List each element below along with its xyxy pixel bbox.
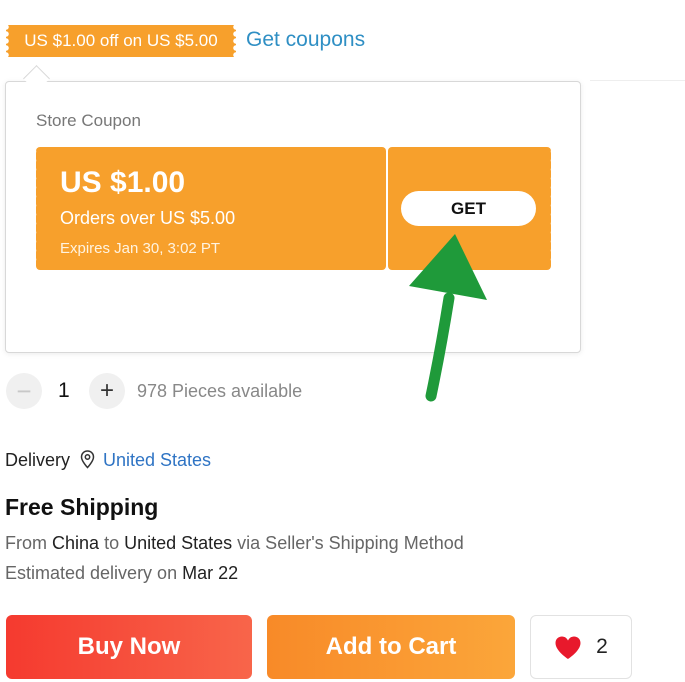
quantity-value[interactable]: 1	[58, 379, 70, 403]
coupon-tag-text: US $1.00 off on US $5.00	[24, 31, 218, 50]
quantity-decrease-button[interactable]: −	[6, 373, 42, 409]
coupon-expiry: Expires Jan 30, 3:02 PT	[60, 240, 221, 257]
eta-date: Mar 22	[182, 563, 239, 583]
get-coupon-button[interactable]: GET	[401, 191, 536, 226]
divider	[590, 80, 685, 81]
estimated-delivery: Estimated delivery on Mar 22	[5, 563, 238, 584]
coupon-edge-right	[548, 147, 554, 270]
delivery-country-link[interactable]: United States	[103, 450, 211, 471]
coupon-edge-left	[33, 147, 39, 270]
eta-prefix: Estimated delivery on	[5, 563, 178, 583]
coupon-condition: Orders over US $5.00	[60, 208, 236, 228]
buy-now-button[interactable]: Buy Now	[6, 615, 252, 679]
shipping-method: via Seller's Shipping Method	[237, 533, 464, 553]
popover-title: Store Coupon	[36, 111, 141, 130]
coupon-amount: US $1.00	[60, 166, 186, 199]
get-coupons-link[interactable]: Get coupons	[246, 28, 365, 52]
add-to-cart-button[interactable]: Add to Cart	[267, 615, 515, 679]
shipping-from-word: From	[5, 533, 47, 553]
shipping-destination: United States	[124, 533, 233, 553]
heart-icon	[555, 636, 581, 659]
coupon-tag[interactable]: US $1.00 off on US $5.00	[6, 25, 236, 57]
quantity-increase-button[interactable]: +	[89, 373, 125, 409]
shipping-to-word: to	[104, 533, 120, 553]
shipping-origin: China	[52, 533, 100, 553]
pieces-available: 978 Pieces available	[137, 381, 303, 401]
annotation-arrow-icon	[409, 234, 487, 402]
shipping-title: Free Shipping	[5, 494, 159, 520]
shipping-route: From China to United States via Seller's…	[5, 533, 464, 554]
wishlist-button[interactable]: 2	[530, 615, 632, 679]
map-pin-icon	[80, 450, 95, 469]
delivery-label: Delivery	[5, 450, 71, 470]
wishlist-count: 2	[596, 635, 608, 658]
